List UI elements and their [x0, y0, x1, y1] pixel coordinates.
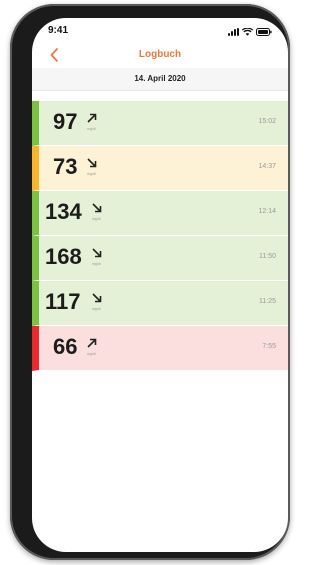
- status-icons: [228, 26, 272, 36]
- status-bar: 9:41: [32, 18, 288, 44]
- glucose-value: 66: [53, 334, 78, 359]
- signal-icon: [228, 28, 239, 36]
- page-title: Logbuch: [138, 49, 182, 60]
- log-entry[interactable]: 66 mg/dl 7:55: [32, 326, 288, 371]
- entry-time: 15:02: [258, 118, 276, 125]
- log-entry[interactable]: 134 mg/dl 12:14: [32, 191, 288, 236]
- arrow-down-right-icon: [91, 246, 103, 258]
- unit-label: mg/dl: [92, 217, 101, 221]
- glucose-value: 168: [45, 244, 82, 269]
- wifi-icon: [242, 28, 253, 36]
- arrow-down-right-icon: [91, 291, 103, 303]
- arrow-up-right-icon: [86, 336, 98, 348]
- status-time: 9:41: [48, 25, 69, 36]
- nav-bar: Logbuch: [32, 44, 288, 68]
- arrow-up-right-icon: [86, 111, 98, 123]
- unit-label: mg/dl: [87, 127, 96, 131]
- glucose-value: 117: [45, 289, 81, 314]
- entry-time: 7:55: [262, 343, 276, 350]
- glucose-value: 73: [53, 154, 78, 179]
- phone-frame: 9:41 Logbuch 14. April 2020 97 mg/dl 15:…: [10, 4, 290, 560]
- log-entry[interactable]: 168 mg/dl 11:50: [32, 236, 288, 281]
- glucose-value: 97: [53, 109, 78, 134]
- entry-time: 11:50: [259, 253, 276, 260]
- log-entry[interactable]: 97 mg/dl 15:02: [32, 101, 288, 146]
- unit-label: mg/dl: [87, 352, 96, 356]
- log-entry[interactable]: 117 mg/dl 11:25: [32, 281, 288, 326]
- arrow-down-right-icon: [86, 156, 98, 168]
- log-entry[interactable]: 73 mg/dl 14:37: [32, 146, 288, 191]
- entry-time: 14:37: [258, 163, 276, 170]
- unit-label: mg/dl: [87, 172, 96, 176]
- entry-time: 12:14: [258, 208, 276, 215]
- arrow-down-right-icon: [91, 201, 103, 213]
- app-screen: 9:41 Logbuch 14. April 2020 97 mg/dl 15:…: [32, 18, 288, 552]
- log-list: 97 mg/dl 15:02 73 mg/dl 14:37 134 mg/dl …: [32, 101, 288, 371]
- entry-time: 11:25: [259, 298, 276, 305]
- glucose-value: 134: [45, 199, 82, 224]
- battery-icon: [256, 28, 272, 36]
- date-header: 14. April 2020: [32, 68, 288, 91]
- unit-label: mg/dl: [92, 307, 101, 311]
- unit-label: mg/dl: [92, 262, 101, 266]
